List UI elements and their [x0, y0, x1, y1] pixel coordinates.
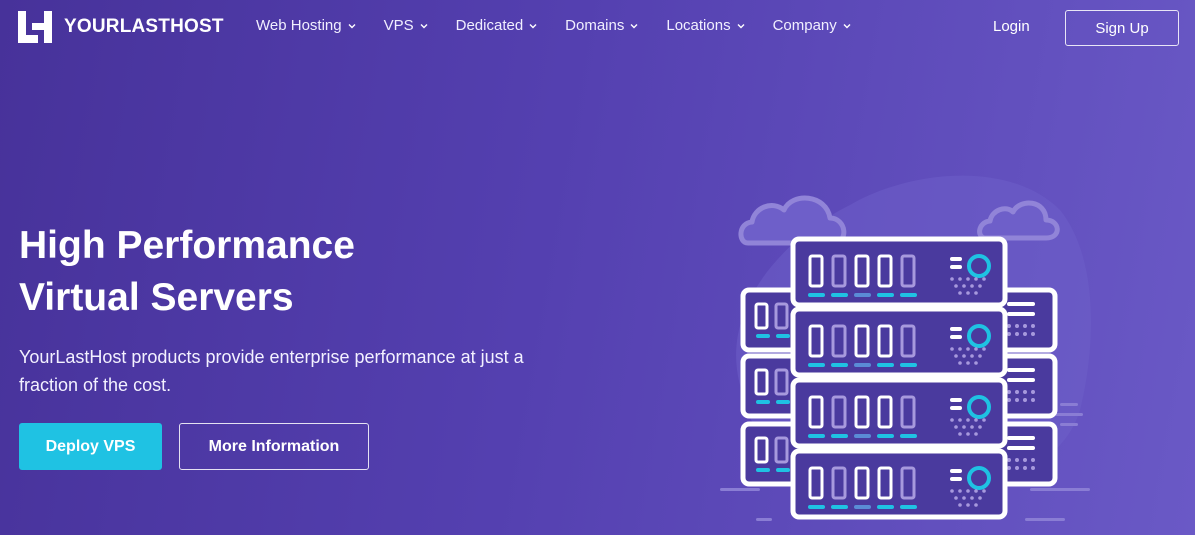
brand-logo[interactable]: YOURLASTHOST: [18, 11, 224, 43]
server-rack-cloud-illustration: [720, 175, 1092, 521]
hero-description: YourLastHost products provide enterprise…: [19, 347, 524, 395]
chevron-down-icon: [630, 23, 638, 28]
nav-item-vps[interactable]: VPS: [384, 17, 429, 34]
nav-item-label: Company: [772, 17, 837, 34]
yl-logo-icon: [18, 11, 52, 43]
chevron-down-icon: [348, 23, 356, 28]
signup-button[interactable]: Sign Up: [1065, 10, 1179, 46]
more-information-button[interactable]: More Information: [179, 423, 369, 470]
nav-item-company[interactable]: Company: [773, 17, 852, 34]
login-link[interactable]: Login: [993, 18, 1030, 35]
nav-item-locations[interactable]: Locations: [666, 17, 745, 34]
hero-title-line-1: High Performance: [19, 224, 355, 267]
nav-item-label: Dedicated: [455, 17, 524, 34]
chevron-down-icon: [737, 23, 745, 28]
top-navigation: YOURLASTHOST Web Hosting VPS Dedicated D…: [0, 0, 1195, 56]
chevron-down-icon: [843, 23, 851, 28]
chevron-down-icon: [529, 23, 537, 28]
hero-title: High Performance Virtual Servers: [19, 220, 579, 324]
nav-item-label: Locations: [666, 17, 731, 34]
chevron-down-icon: [420, 23, 428, 28]
main-menu: Web Hosting VPS Dedicated Domains Locati…: [256, 17, 879, 34]
nav-item-label: Domains: [565, 17, 625, 34]
hero-title-line-2: Virtual Servers: [19, 276, 294, 319]
nav-item-web-hosting[interactable]: Web Hosting: [256, 17, 357, 34]
nav-item-domains[interactable]: Domains: [565, 17, 639, 34]
nav-item-label: VPS: [383, 17, 414, 34]
nav-item-dedicated[interactable]: Dedicated: [456, 17, 539, 34]
brand-name: YOURLASTHOST: [64, 16, 224, 37]
deploy-vps-button[interactable]: Deploy VPS: [19, 423, 162, 470]
nav-item-label: Web Hosting: [256, 17, 342, 34]
